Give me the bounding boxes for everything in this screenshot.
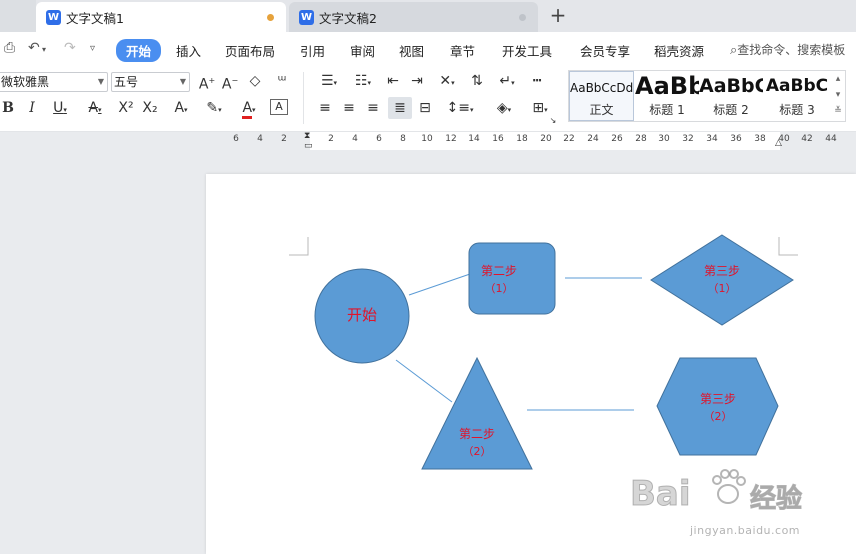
connector-start-to-step2b[interactable] [395, 359, 453, 403]
step3b-shape-title: 第三步 [699, 392, 737, 406]
step3b-shape-label: 第三步 （2） [700, 390, 736, 426]
step3a-shape-number: （1） [707, 282, 737, 295]
step2a-shape-title: 第二步 [480, 264, 518, 278]
step3a-shape-title: 第三步 [703, 264, 741, 278]
step2b-shape-label: 第二步 （2） [459, 425, 495, 461]
step3b-shape-number: （2） [703, 410, 733, 423]
step2b-shape-number: （2） [462, 445, 492, 458]
step2a-shape-number: （1） [484, 282, 514, 295]
watermark-url: jingyan.baidu.com [690, 524, 801, 537]
step3a-shape-label: 第三步 （1） [704, 262, 740, 298]
step2b-shape-title: 第二步 [458, 427, 496, 441]
start-shape-text: 开始 [346, 306, 378, 324]
watermark-brand-left: Bai [630, 474, 692, 515]
start-shape-label: 开始 [347, 306, 377, 324]
watermark-brand-right: 经验 [749, 484, 803, 515]
connector-start-to-step2a[interactable] [408, 273, 471, 296]
paw-logo-icon [712, 469, 746, 504]
step2a-shape-label: 第二步 （1） [481, 262, 517, 298]
